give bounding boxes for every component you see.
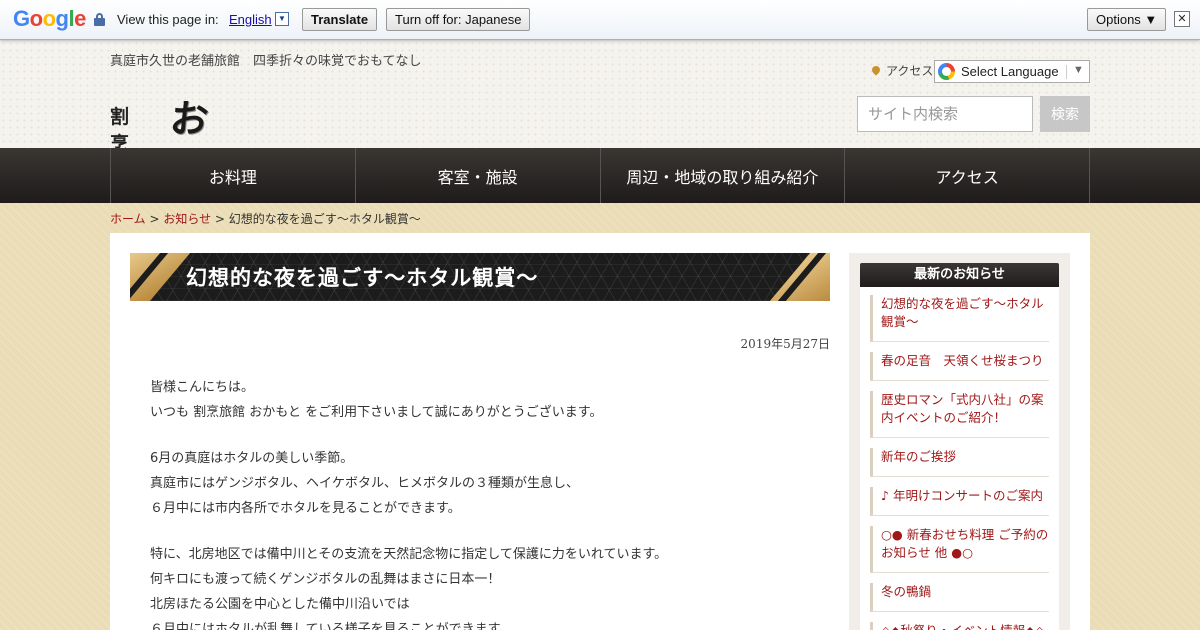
google-logo: Google xyxy=(13,6,86,31)
close-icon[interactable]: ✕ xyxy=(1174,11,1190,27)
news-link[interactable]: 歴史ロマン「式内八社」の案内イベントのご紹介！ xyxy=(881,391,1049,427)
view-page-text: View this page in: xyxy=(117,12,219,27)
language-dropdown-icon[interactable]: ▼ xyxy=(275,12,289,26)
list-item[interactable]: ♪ 年明けコンサートのご案内 xyxy=(870,487,1049,516)
site-tagline: 真庭市久世の老舗旅館 四季折々の味覚でおもてなし xyxy=(110,54,422,69)
translate-button[interactable]: Translate xyxy=(302,8,378,31)
breadcrumb-news[interactable]: お知らせ xyxy=(163,212,211,226)
dropdown-separator xyxy=(1066,65,1067,79)
chevron-down-icon: ▼ xyxy=(1073,64,1084,76)
lock-icon xyxy=(94,13,105,26)
page-title: 幻想的な夜を過ごす～ホタル観賞～ xyxy=(186,266,539,290)
site-header: 真庭市久世の老舗旅館 四季折々の味覚でおもてなし 割烹 おかもと アクセス Se… xyxy=(0,40,1200,306)
list-item[interactable]: ◇◆秋祭り・イベント情報◆◇ xyxy=(870,622,1049,630)
search-button[interactable]: 検索 xyxy=(1040,96,1090,132)
article-line: 何キロにも渡って続くゲンジボタルの乱舞はまさに日本一！ xyxy=(150,572,501,587)
list-item[interactable]: ○● 新春おせち料理 ご予約のお知らせ 他 ●○ xyxy=(870,526,1049,573)
article-line: 6月の真庭はホタルの美しい季節。 xyxy=(150,451,354,466)
breadcrumb-current: 幻想的な夜を過ごす～ホタル観賞～ xyxy=(228,212,421,226)
news-link[interactable]: 春の足音 天領くせ桜まつり xyxy=(881,352,1049,370)
select-language-dropdown[interactable]: Select Language ▼ xyxy=(934,60,1090,83)
list-item[interactable]: 歴史ロマン「式内八社」の案内イベントのご紹介！ xyxy=(870,391,1049,438)
map-pin-icon xyxy=(870,64,882,76)
article-line: ６月中にはホタルが乱舞している様子を見ることができます。 xyxy=(150,622,513,630)
article-line: 北房ほたる公園を中心とした備中川沿いでは xyxy=(150,597,410,612)
nav-item-area[interactable]: 周辺・地域の取り組み紹介 xyxy=(601,148,846,203)
select-language-label: Select Language xyxy=(961,64,1059,79)
google-translate-bar: Google View this page in: English ▼ Tran… xyxy=(0,0,1200,40)
title-banner: 幻想的な夜を過ごす～ホタル観賞～ xyxy=(130,253,830,301)
article-body: 皆様こんにちは。 いつも 割烹旅館 おかもと をご利用下さいまして誠にありがとう… xyxy=(150,375,810,630)
news-link[interactable]: ♪ 年明けコンサートのご案内 xyxy=(881,487,1049,505)
article-line: ６月中には市内各所でホタルを見ることができます。 xyxy=(150,501,461,516)
article-line: いつも 割烹旅館 おかもと をご利用下さいまして誠にありがとうございます。 xyxy=(150,405,603,420)
article-line: 特に、北房地区では備中川とその支流を天然記念物に指定して保護に力をいれています。 xyxy=(150,547,668,562)
options-button[interactable]: Options ▼ xyxy=(1087,8,1167,31)
main-content: 幻想的な夜を過ごす～ホタル観賞～ 2019年5月27日 皆様こんにちは。 いつも… xyxy=(110,233,1090,630)
list-item[interactable]: 新年のご挨拶 xyxy=(870,448,1049,477)
list-item[interactable]: 幻想的な夜を過ごす～ホタル観賞～ xyxy=(870,295,1049,342)
nav-item-cuisine[interactable]: お料理 xyxy=(111,148,356,203)
access-link-label: アクセス xyxy=(886,64,934,78)
nav-item-access[interactable]: アクセス xyxy=(845,148,1090,203)
target-language-link[interactable]: English xyxy=(229,12,272,27)
sidebar-heading: 最新のお知らせ xyxy=(860,263,1059,287)
article-line: 皆様こんにちは。 xyxy=(150,380,255,395)
list-item[interactable]: 春の足音 天領くせ桜まつり xyxy=(870,352,1049,381)
list-item[interactable]: 冬の鴨鍋 xyxy=(870,583,1049,612)
turn-off-button[interactable]: Turn off for: Japanese xyxy=(386,8,531,31)
recent-news-list: 幻想的な夜を過ごす～ホタル観賞～ 春の足音 天領くせ桜まつり 歴史ロマン「式内八… xyxy=(860,287,1059,630)
nav-item-rooms[interactable]: 客室・施設 xyxy=(356,148,601,203)
main-nav: お料理 客室・施設 周辺・地域の取り組み紹介 アクセス xyxy=(0,148,1200,203)
site-search-input[interactable] xyxy=(857,96,1033,132)
news-link[interactable]: 幻想的な夜を過ごす～ホタル観賞～ xyxy=(881,295,1049,331)
header-access-link[interactable]: アクセス xyxy=(870,62,934,79)
article-line: 真庭市にはゲンジボタル、ヘイケボタル、ヒメボタルの３種類が生息し、 xyxy=(150,476,580,491)
news-link[interactable]: ○● 新春おせち料理 ご予約のお知らせ 他 ●○ xyxy=(881,526,1049,562)
news-link[interactable]: 冬の鴨鍋 xyxy=(881,583,1049,601)
news-link[interactable]: ◇◆秋祭り・イベント情報◆◇ xyxy=(881,622,1049,630)
breadcrumb: ホーム > お知らせ > 幻想的な夜を過ごす～ホタル観賞～ xyxy=(110,212,421,226)
google-g-icon xyxy=(938,63,955,80)
sidebar: 最新のお知らせ 幻想的な夜を過ごす～ホタル観賞～ 春の足音 天領くせ桜まつり 歴… xyxy=(849,253,1070,630)
news-link[interactable]: 新年のご挨拶 xyxy=(881,448,1049,466)
breadcrumb-home[interactable]: ホーム xyxy=(110,212,146,226)
post-date: 2019年5月27日 xyxy=(740,337,830,351)
